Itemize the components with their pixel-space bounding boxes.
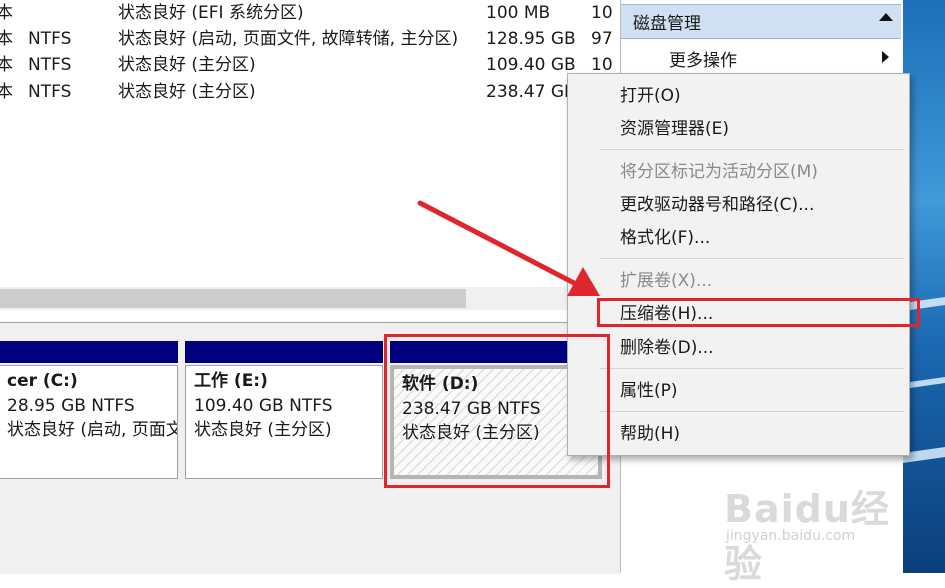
watermark-site: jingyan.baidu.com bbox=[726, 528, 856, 544]
baidu-watermark: Baidu经验 jingyan.baidu.com bbox=[724, 470, 904, 586]
